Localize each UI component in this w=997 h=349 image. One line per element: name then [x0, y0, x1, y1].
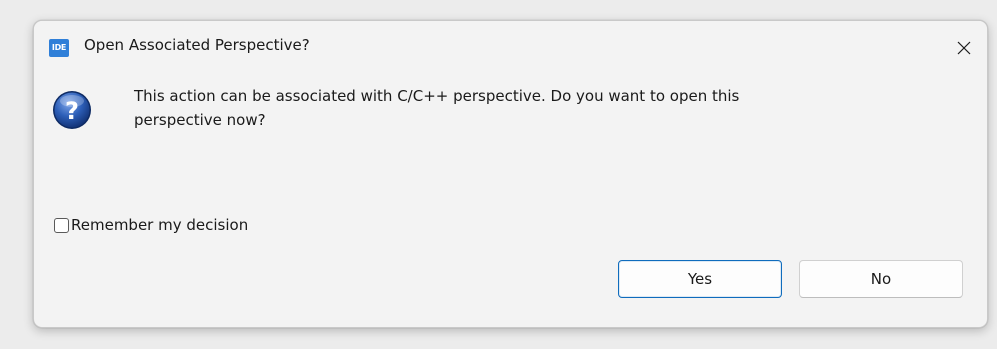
yes-button[interactable]: Yes — [618, 260, 782, 298]
svg-text:?: ? — [65, 97, 79, 125]
close-button[interactable] — [941, 21, 987, 74]
dialog-title: Open Associated Perspective? — [84, 36, 310, 54]
question-icon: ? — [53, 91, 91, 129]
remember-decision-label: Remember my decision — [71, 216, 249, 234]
remember-decision-checkbox[interactable] — [54, 217, 69, 233]
no-button[interactable]: No — [799, 260, 963, 298]
close-icon — [957, 41, 971, 54]
message-line-1: This action can be associated with C/C++… — [134, 87, 740, 105]
remember-decision-option[interactable]: Remember my decision — [54, 216, 248, 234]
title-bar: IDE Open Associated Perspective? — [34, 21, 987, 74]
message-text: This action can be associated with C/C++… — [134, 84, 934, 132]
app-icon: IDE — [49, 39, 69, 57]
message-line-2: perspective now? — [134, 111, 266, 129]
dialog-window: IDE Open Associated Perspective? ? This … — [33, 20, 988, 328]
dialog-body: ? This action can be associated with C/C… — [34, 74, 987, 327]
